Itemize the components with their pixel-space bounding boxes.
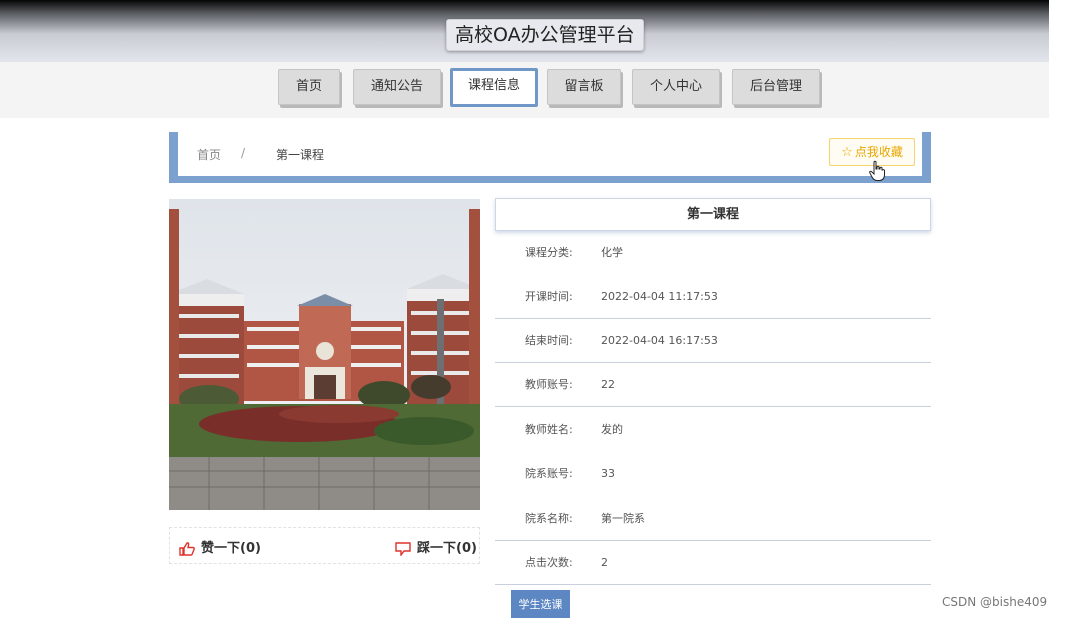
detail-row-department-name: 院系名称: 第一院系 — [495, 497, 931, 541]
star-outline-icon: ☆ — [841, 145, 853, 160]
detail-row-start-time: 开课时间: 2022-04-04 11:17:53 — [495, 275, 931, 319]
hand-cursor-icon — [869, 160, 885, 181]
breadcrumb-current: 第一课程 — [276, 148, 325, 162]
detail-value: 发的 — [601, 423, 623, 436]
select-course-button[interactable]: 学生选课 — [511, 590, 570, 618]
site-title: 高校OA办公管理平台 — [446, 19, 644, 51]
detail-value: 22 — [601, 378, 615, 391]
detail-label: 院系名称: — [525, 512, 573, 525]
course-title: 第一课程 — [495, 198, 931, 231]
detail-value: 第一院系 — [601, 512, 645, 525]
detail-row-category: 课程分类: 化学 — [495, 231, 931, 275]
main-nav: 首页 通知公告 课程信息 留言板 个人中心 后台管理 — [0, 62, 1049, 118]
detail-row-click-count: 点击次数: 2 — [495, 541, 931, 585]
detail-value: 33 — [601, 467, 615, 480]
detail-label: 开课时间: — [525, 290, 573, 303]
detail-value: 2022-04-04 11:17:53 — [601, 290, 718, 303]
vote-bar: 赞一下(0) 踩一下(0) — [169, 527, 480, 564]
nav-item-personal-center[interactable]: 个人中心 — [632, 69, 720, 105]
detail-label: 教师账号: — [525, 378, 573, 391]
detail-label: 课程分类: — [525, 246, 573, 259]
detail-value: 2022-04-04 16:17:53 — [601, 334, 718, 347]
watermark: CSDN @bishe409 — [942, 595, 1048, 609]
dislike-label: 踩一下(0) — [417, 541, 477, 556]
favorite-label: 点我收藏 — [854, 145, 903, 159]
thumbs-up-icon — [179, 541, 195, 556]
detail-label: 点击次数: — [525, 556, 573, 569]
nav-item-courses[interactable]: 课程信息 — [450, 68, 538, 107]
detail-row-department-account: 院系账号: 33 — [495, 452, 931, 496]
like-button[interactable]: 赞一下(0) — [179, 537, 261, 556]
detail-value: 2 — [601, 556, 608, 569]
nav-item-admin[interactable]: 后台管理 — [732, 69, 820, 105]
dislike-button[interactable]: 踩一下(0) — [395, 537, 477, 556]
campus-building-image — [169, 199, 480, 510]
breadcrumb-home-link[interactable]: 首页 — [197, 146, 221, 163]
detail-label: 院系账号: — [525, 467, 573, 480]
detail-row-teacher-name: 教师姓名: 发的 — [495, 408, 931, 452]
top-header: 高校OA办公管理平台 — [0, 0, 1049, 62]
breadcrumb-separator: / — [241, 146, 246, 160]
nav-item-message-board[interactable]: 留言板 — [547, 69, 621, 105]
detail-label: 结束时间: — [525, 334, 573, 347]
nav-item-notices[interactable]: 通知公告 — [353, 69, 441, 105]
detail-value: 化学 — [601, 246, 623, 259]
detail-label: 教师姓名: — [525, 423, 573, 436]
detail-row-end-time: 结束时间: 2022-04-04 16:17:53 — [495, 319, 931, 363]
detail-row-teacher-account: 教师账号: 22 — [495, 363, 931, 407]
breadcrumb: 首页 / 第一课程 ☆ 点我收藏 — [169, 132, 931, 183]
nav-item-home[interactable]: 首页 — [278, 69, 340, 105]
thumbs-down-icon — [395, 541, 411, 556]
like-label: 赞一下(0) — [201, 541, 261, 556]
course-photo — [169, 199, 480, 510]
